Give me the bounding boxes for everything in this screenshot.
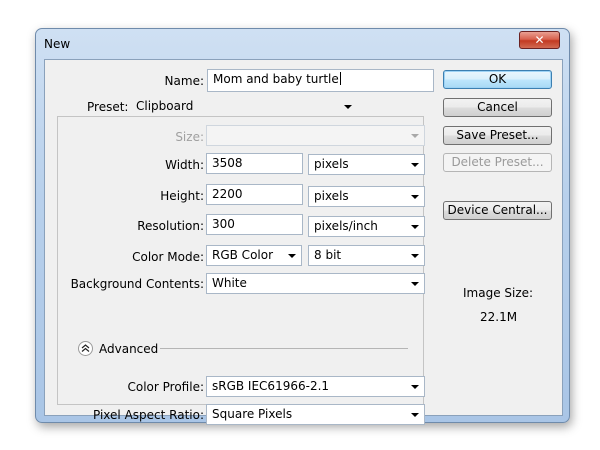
bit-depth-select[interactable]: 8 bit — [308, 245, 425, 266]
new-document-dialog: New ✕ Name: Mom and baby turtle Preset: … — [35, 28, 570, 425]
width-unit-select[interactable]: pixels — [308, 154, 425, 175]
resolution-input[interactable]: 300 — [206, 214, 303, 235]
preset-select[interactable]: Clipboard — [130, 96, 358, 117]
bit-depth-value: 8 bit — [314, 248, 342, 262]
size-label: Size: — [175, 130, 204, 144]
pixel-aspect-select[interactable]: Square Pixels — [206, 404, 425, 425]
preset-label: Preset: — [67, 100, 133, 114]
background-contents-label: Background Contents: — [70, 277, 204, 291]
ok-button[interactable]: OK — [443, 70, 552, 89]
dropdown-arrow-icon — [411, 413, 419, 417]
advanced-divider — [160, 348, 408, 349]
dropdown-arrow-icon — [288, 254, 296, 258]
dropdown-arrow-icon — [411, 163, 419, 167]
name-value: Mom and baby turtle — [213, 72, 339, 86]
dropdown-arrow-icon — [411, 225, 419, 229]
height-label: Height: — [160, 189, 204, 203]
advanced-label: Advanced — [99, 342, 159, 356]
collapse-chevron-icon — [81, 344, 90, 352]
width-label: Width: — [165, 158, 204, 172]
background-contents-value: White — [212, 276, 247, 290]
color-mode-select[interactable]: RGB Color — [206, 245, 302, 266]
dialog-body: Name: Mom and baby turtle Preset: Clipbo… — [44, 59, 563, 425]
background-contents-select[interactable]: White — [206, 273, 425, 294]
color-mode-label: Color Mode: — [132, 250, 204, 264]
name-input[interactable]: Mom and baby turtle — [207, 69, 434, 92]
resolution-value: 300 — [212, 217, 235, 231]
dropdown-arrow-icon — [411, 254, 419, 258]
title-bar[interactable]: New ✕ — [36, 29, 569, 59]
dropdown-arrow-icon — [344, 105, 352, 109]
dropdown-arrow-icon — [411, 195, 419, 199]
color-mode-value: RGB Color — [212, 248, 274, 262]
window-title: New — [44, 37, 71, 51]
cancel-button[interactable]: Cancel — [443, 98, 552, 117]
height-unit-select[interactable]: pixels — [308, 186, 425, 207]
dropdown-arrow-icon — [411, 134, 419, 138]
image-size-label: Image Size: — [463, 286, 534, 300]
color-profile-value: sRGB IEC61966-2.1 — [212, 379, 330, 393]
resolution-label: Resolution: — [137, 219, 204, 233]
size-select[interactable] — [206, 125, 425, 146]
width-unit-value: pixels — [314, 157, 349, 171]
image-size-value: 22.1M — [480, 310, 518, 324]
height-unit-value: pixels — [314, 189, 349, 203]
save-preset-button[interactable]: Save Preset... — [443, 126, 552, 145]
width-value: 3508 — [212, 156, 243, 170]
color-profile-select[interactable]: sRGB IEC61966-2.1 — [206, 376, 425, 397]
text-caret — [339, 72, 341, 85]
dropdown-arrow-icon — [411, 282, 419, 286]
resolution-unit-value: pixels/inch — [314, 219, 378, 233]
resolution-unit-select[interactable]: pixels/inch — [308, 216, 425, 237]
delete-preset-button[interactable]: Delete Preset... — [443, 153, 552, 172]
dropdown-arrow-icon — [411, 385, 419, 389]
pixel-aspect-label: Pixel Aspect Ratio: — [93, 408, 204, 422]
color-profile-label: Color Profile: — [127, 380, 205, 394]
close-button[interactable]: ✕ — [519, 31, 560, 49]
name-label: Name: — [164, 74, 204, 88]
width-input[interactable]: 3508 — [206, 153, 303, 174]
close-icon: ✕ — [534, 33, 545, 47]
pixel-aspect-value: Square Pixels — [212, 407, 293, 421]
advanced-toggle[interactable] — [78, 341, 93, 356]
height-value: 2200 — [212, 187, 243, 201]
preset-value: Clipboard — [136, 99, 194, 113]
height-input[interactable]: 2200 — [206, 184, 303, 205]
device-central-button[interactable]: Device Central... — [443, 201, 552, 220]
